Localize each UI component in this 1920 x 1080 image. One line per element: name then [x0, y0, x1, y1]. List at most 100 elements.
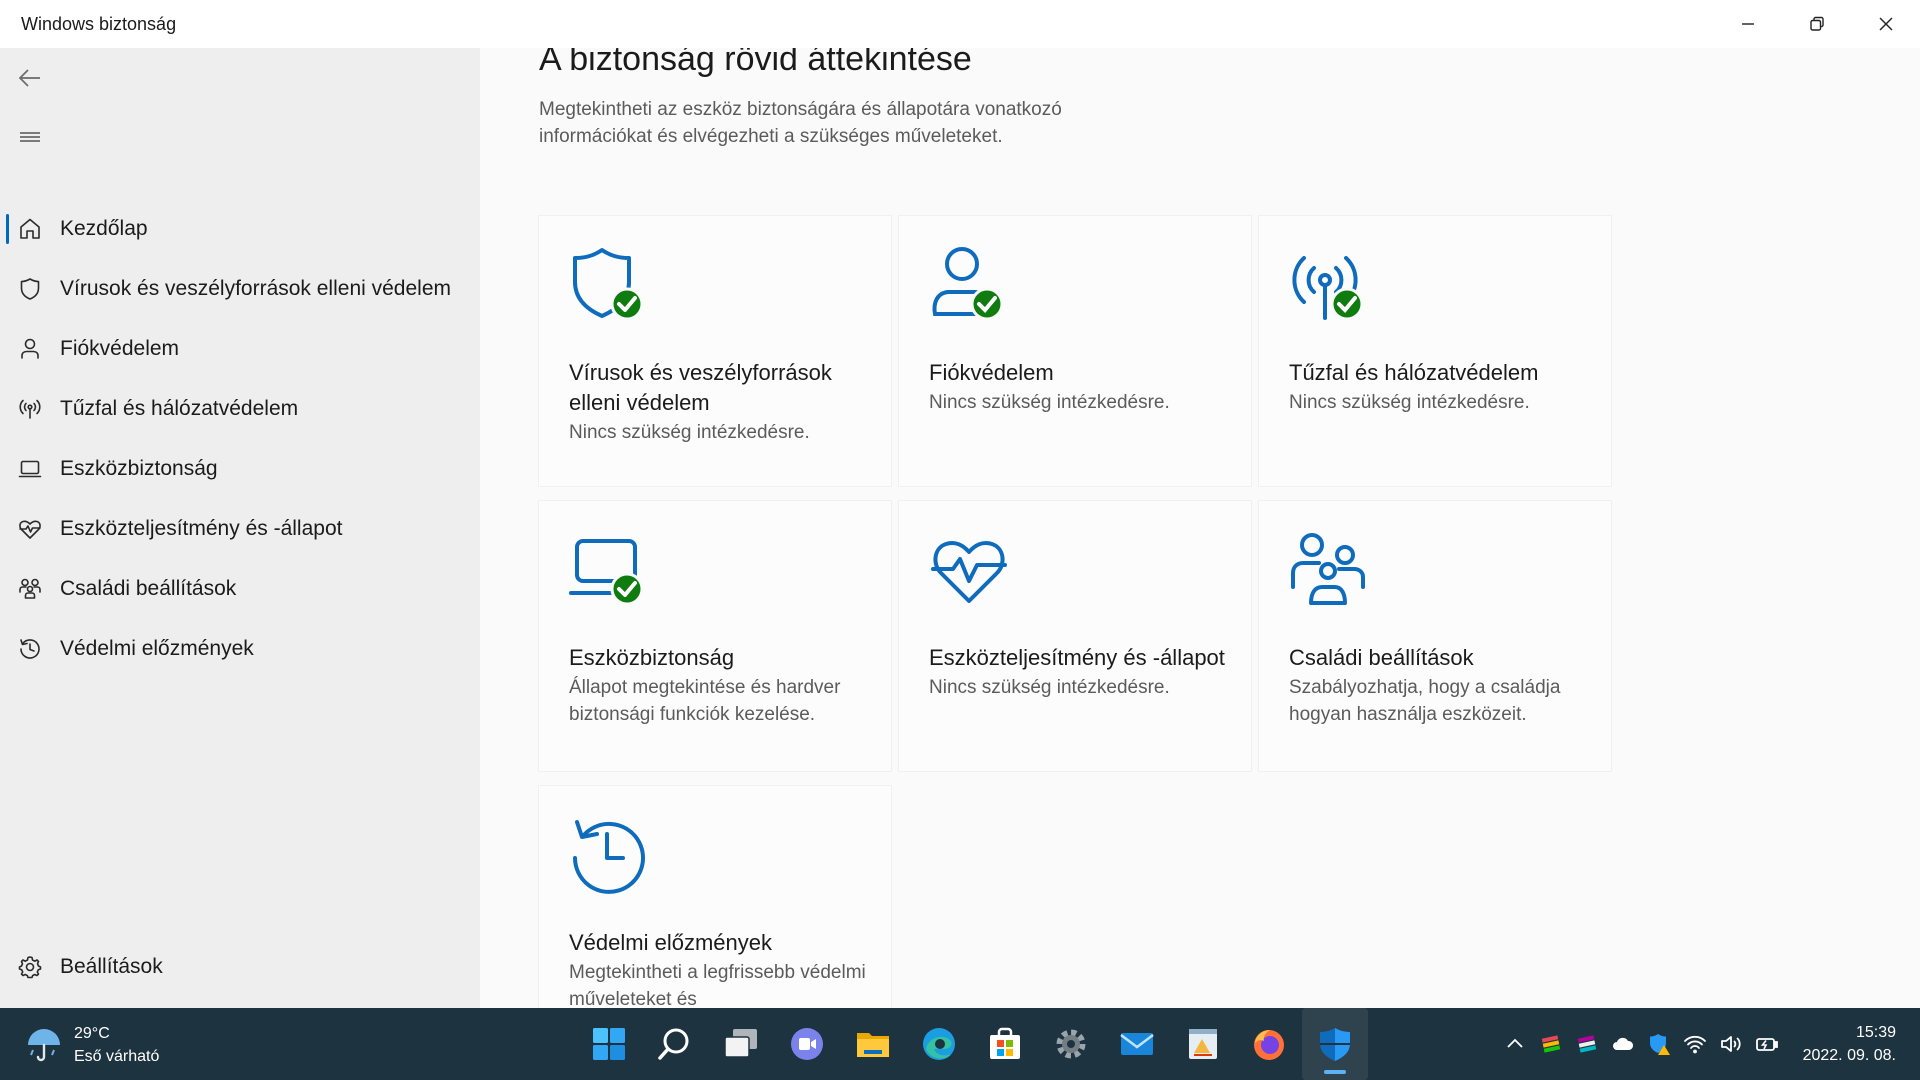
windows-security-button[interactable]: [1302, 1008, 1368, 1080]
weather-widget[interactable]: 29°C Eső várható: [24, 1022, 159, 1068]
antenna-check-icon: [1289, 246, 1369, 326]
paint-icon: [1189, 1029, 1217, 1059]
card-title: Tűzfal és hálózatvédelem: [1289, 360, 1539, 385]
firefox-button[interactable]: [1236, 1008, 1302, 1080]
mail-icon: [1120, 1033, 1154, 1055]
page-description: Megtekintheti az eszköz biztonságára és …: [539, 99, 1062, 147]
card-firewall[interactable]: Tűzfal és hálózatvédelem Nincs szükség i…: [1259, 216, 1611, 486]
card-virus-protection[interactable]: Vírusok és veszélyforrások elleni védele…: [539, 216, 891, 486]
start-button[interactable]: [576, 1008, 642, 1080]
battery-button[interactable]: [1749, 1026, 1785, 1062]
card-device-performance[interactable]: Eszközteljesítmény és -állapot Nincs szü…: [899, 501, 1251, 771]
task-view-icon: [724, 1029, 757, 1058]
sidebar-item-label: Beállítások: [60, 955, 163, 978]
card-title: Eszközbiztonság: [569, 645, 735, 670]
paint-button[interactable]: [1170, 1008, 1236, 1080]
store-button[interactable]: [972, 1008, 1038, 1080]
cloud-icon: [1612, 1037, 1633, 1050]
sidebar-item-label: Eszközbiztonság: [60, 457, 218, 480]
card-status: Nincs szükség intézkedésre.: [929, 392, 1170, 413]
hamburger-menu-button[interactable]: [10, 117, 50, 157]
color-stack-icon: [1577, 1035, 1596, 1053]
history-icon: [569, 816, 649, 896]
sidebar-item-device-security[interactable]: Eszközbiztonság: [0, 439, 480, 499]
mail-button[interactable]: [1104, 1008, 1170, 1080]
shield-icon: [15, 274, 45, 304]
laptop-check-icon: [569, 531, 649, 611]
sidebar-item-settings[interactable]: Beállítások: [0, 937, 480, 997]
file-explorer-button[interactable]: [840, 1008, 906, 1080]
sidebar-item-home[interactable]: Kezdőlap: [0, 199, 480, 259]
card-title: Vírusok és veszélyforrások elleni védele…: [569, 360, 832, 415]
person-icon: [15, 334, 45, 364]
edge-button[interactable]: [906, 1008, 972, 1080]
card-family-options[interactable]: Családi beállítások Szabályozhatja, hogy…: [1259, 501, 1611, 771]
back-arrow-icon: [18, 69, 40, 87]
teams-chat-button[interactable]: [774, 1008, 840, 1080]
onedrive-button[interactable]: [1605, 1026, 1641, 1062]
settings-app-button[interactable]: [1038, 1008, 1104, 1080]
sidebar-item-protection-history[interactable]: Védelmi előzmények: [0, 619, 480, 679]
antenna-icon: [15, 394, 45, 424]
sidebar-item-label: Tűzfal és hálózatvédelem: [60, 397, 299, 420]
gear-icon: [15, 952, 45, 982]
restore-button[interactable]: [1782, 0, 1851, 48]
card-device-security[interactable]: Eszközbiztonság Állapot megtekintése és …: [539, 501, 891, 771]
windows-security-icon: [1320, 1028, 1350, 1061]
card-status: Nincs szükség intézkedésre.: [569, 422, 810, 443]
sidebar-item-label: Eszközteljesítmény és -állapot: [60, 517, 343, 540]
file-explorer-icon: [857, 1033, 889, 1057]
sidebar-item-label: Kezdőlap: [60, 217, 148, 240]
page-title: A biztonság rövid áttekintése: [539, 48, 972, 78]
minimize-icon: [1741, 23, 1754, 25]
close-button[interactable]: [1851, 0, 1920, 48]
card-account-protection[interactable]: Fiókvédelem Nincs szükség intézkedésre.: [899, 216, 1251, 486]
shield-warning-icon: [1649, 1034, 1670, 1055]
settings-icon: [1056, 1029, 1086, 1059]
store-icon: [990, 1027, 1020, 1059]
edge-icon: [923, 1028, 955, 1060]
card-title: Eszközteljesítmény és -állapot: [929, 645, 1225, 670]
task-view-button[interactable]: [708, 1008, 774, 1080]
search-button[interactable]: [642, 1008, 708, 1080]
card-title: Családi beállítások: [1289, 645, 1474, 670]
sidebar-item-label: Fiókvédelem: [60, 337, 180, 360]
sidebar: Kezdőlap Vírusok és veszélyforrások elle…: [0, 48, 480, 1008]
clock[interactable]: 15:39 2022. 09. 08.: [1803, 1021, 1896, 1067]
card-status: Nincs szükség intézkedésre.: [1289, 392, 1530, 413]
family-icon: [1289, 531, 1369, 611]
wifi-icon: [1683, 1035, 1706, 1054]
sidebar-item-account-protection[interactable]: Fiókvédelem: [0, 319, 480, 379]
card-protection-history[interactable]: Védelmi előzmények Megtekintheti a legfr…: [539, 786, 891, 1008]
card-title: Védelmi előzmények: [569, 930, 772, 955]
laptop-icon: [15, 454, 45, 484]
sidebar-item-family[interactable]: Családi beállítások: [0, 559, 480, 619]
start-icon: [593, 1028, 625, 1060]
volume-button[interactable]: [1713, 1026, 1749, 1062]
show-hidden-icons-button[interactable]: [1497, 1026, 1533, 1062]
card-status: Nincs szükség intézkedésre.: [929, 677, 1170, 698]
clock-date: 2022. 09. 08.: [1802, 1047, 1896, 1064]
history-icon: [15, 634, 45, 664]
app-title: Windows biztonság: [21, 13, 177, 34]
taskbar: 29°C Eső várható 15:39 2022. 09. 08.: [0, 1008, 1920, 1080]
sidebar-item-firewall[interactable]: Tűzfal és hálózatvédelem: [0, 379, 480, 439]
card-title: Fiókvédelem: [929, 360, 1054, 385]
heart-icon: [15, 514, 45, 544]
tray-app-2[interactable]: [1569, 1026, 1605, 1062]
tray-app-1[interactable]: [1533, 1026, 1569, 1062]
shield-check-icon: [569, 246, 649, 326]
sidebar-nav: Kezdőlap Vírusok és veszélyforrások elle…: [0, 199, 480, 679]
battery-charging-icon: [1755, 1038, 1778, 1051]
card-status: Megtekintheti a legfrissebb védelmi műve…: [569, 962, 866, 1008]
hamburger-icon: [20, 132, 40, 142]
minimize-button[interactable]: [1713, 0, 1782, 48]
sidebar-item-label: Családi beállítások: [60, 577, 237, 600]
sidebar-item-device-performance[interactable]: Eszközteljesítmény és -állapot: [0, 499, 480, 559]
close-icon: [1879, 17, 1892, 31]
security-tray-button[interactable]: [1641, 1026, 1677, 1062]
back-button[interactable]: [10, 58, 50, 98]
sidebar-item-virus-protection[interactable]: Vírusok és veszélyforrások elleni védele…: [0, 259, 480, 319]
teams-chat-icon: [791, 1028, 823, 1060]
network-button[interactable]: [1677, 1026, 1713, 1062]
